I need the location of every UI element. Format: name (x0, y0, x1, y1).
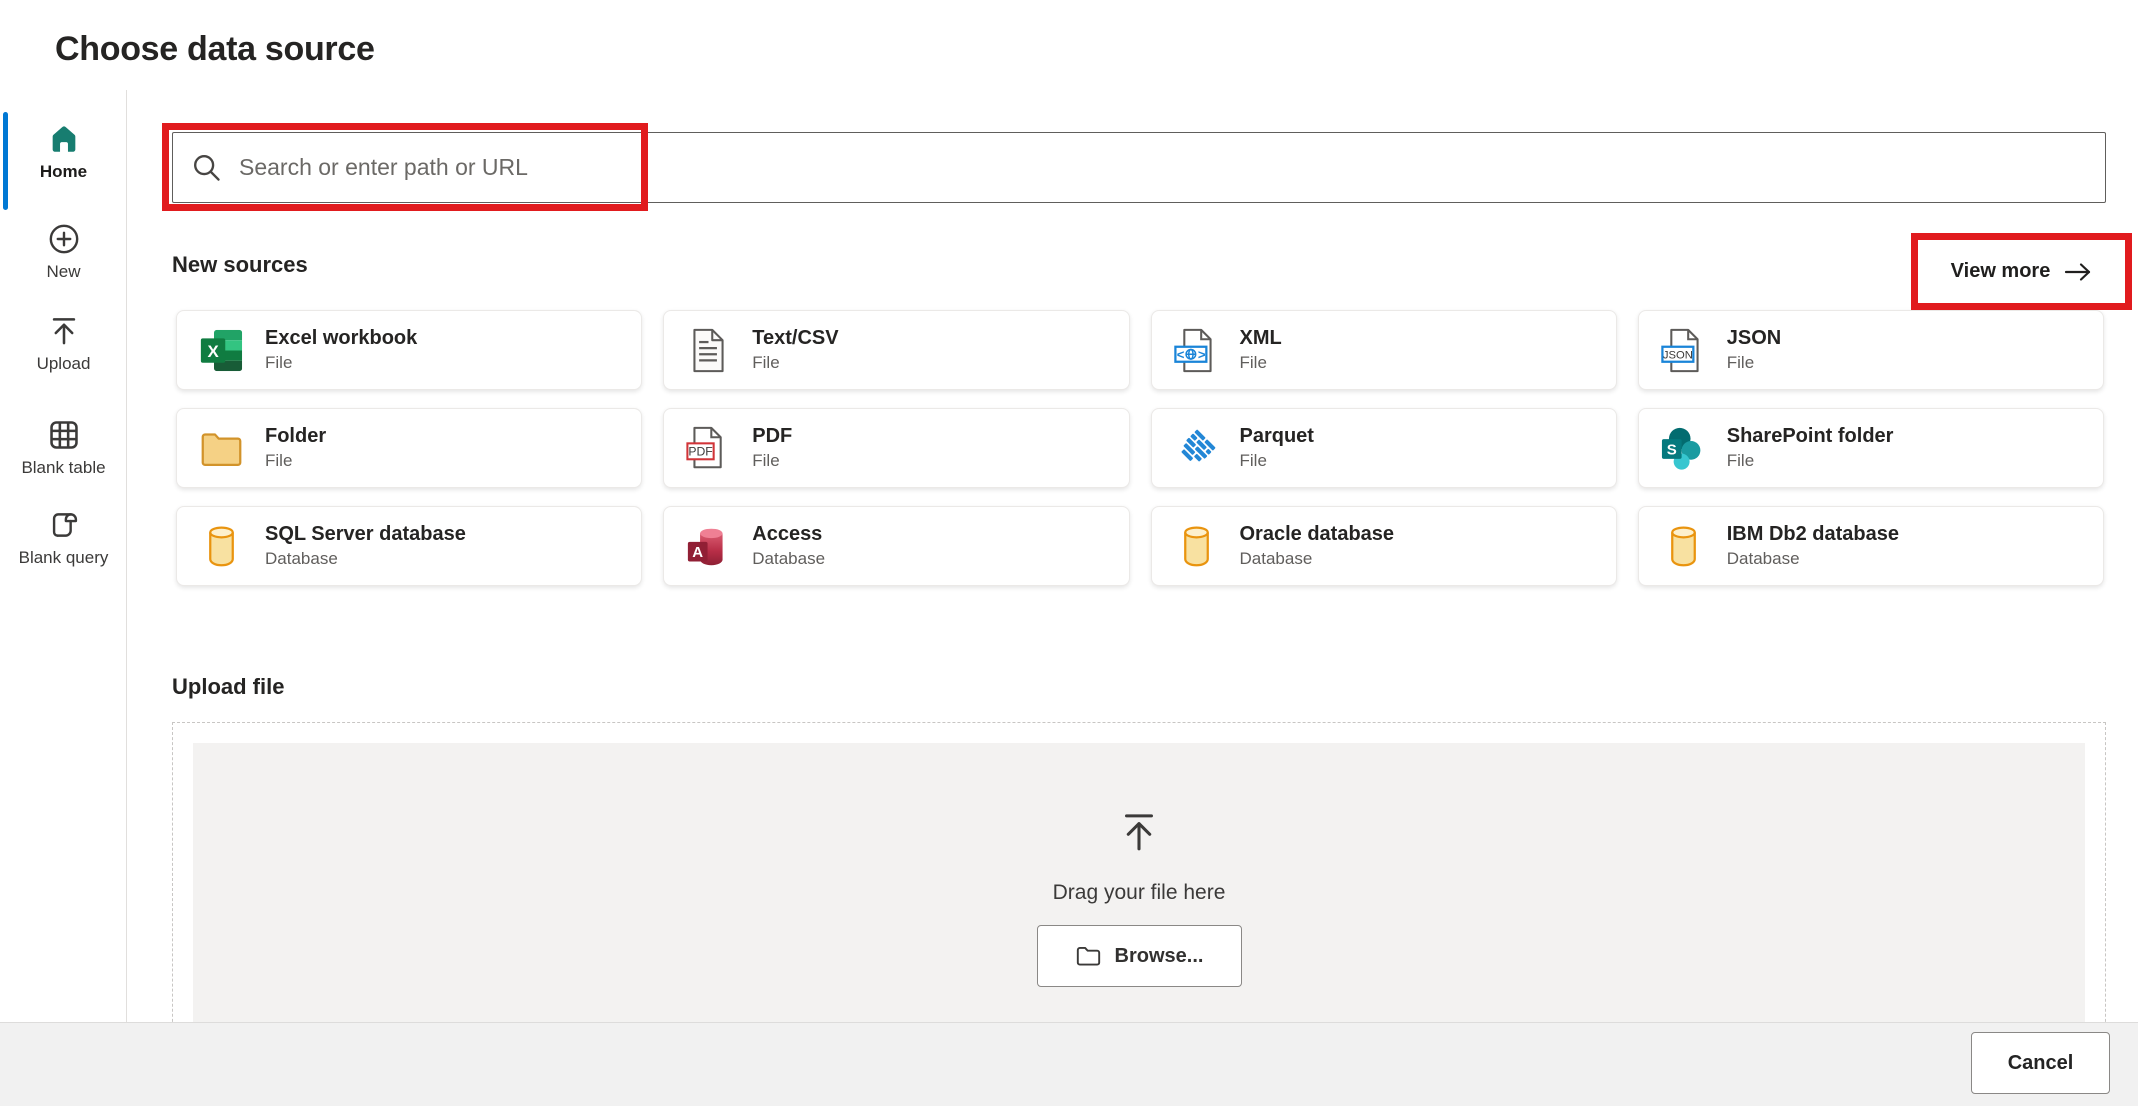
drag-here-label: Drag your file here (1053, 881, 1226, 905)
access-icon: A (686, 524, 731, 569)
tile-category: File (752, 450, 792, 472)
cancel-button[interactable]: Cancel (1971, 1032, 2110, 1094)
upload-dropzone[interactable]: Drag your file here Browse... (172, 722, 2106, 1052)
database-icon (1661, 524, 1706, 569)
sidebar-item-new[interactable]: New (0, 222, 127, 281)
search-bar (172, 132, 2106, 203)
arrow-right-icon (2064, 262, 2092, 282)
choose-data-source-dialog: Choose data source Home New Uploa (0, 0, 2138, 1106)
scroll-icon (47, 508, 81, 542)
dialog-footer: Cancel (0, 1022, 2138, 1106)
svg-text:PDF: PDF (689, 444, 713, 458)
upload-arrow-icon (1116, 809, 1162, 855)
upload-dropzone-inner: Drag your file here Browse... (193, 743, 2085, 1033)
sidebar-item-blank-query[interactable]: Blank query (0, 508, 127, 567)
sidebar-item-label: New (46, 263, 80, 281)
folder-icon (199, 426, 244, 471)
svg-text:JSON: JSON (1663, 349, 1693, 361)
tile-title: Parquet (1240, 424, 1314, 449)
source-tile-access[interactable]: A Access Database (663, 506, 1129, 586)
tile-category: Database (265, 548, 466, 570)
browse-label: Browse... (1115, 945, 1204, 968)
sidebar-item-label: Upload (37, 355, 91, 373)
tile-title: IBM Db2 database (1727, 522, 1899, 547)
tile-title: Oracle database (1240, 522, 1395, 547)
svg-text:S: S (1667, 441, 1677, 458)
source-tile-oracle-database[interactable]: Oracle database Database (1151, 506, 1617, 586)
new-sources-heading: New sources (172, 252, 308, 278)
add-circle-icon (47, 222, 81, 256)
tile-title: PDF (752, 424, 792, 449)
tile-category: Database (1240, 548, 1395, 570)
source-tile-sql-server-database[interactable]: SQL Server database Database (176, 506, 642, 586)
tile-title: Text/CSV (752, 326, 838, 351)
source-tile-json[interactable]: JSON JSON File (1638, 310, 2104, 390)
tile-category: File (1727, 352, 1781, 374)
upload-arrow-icon (47, 314, 81, 348)
tile-title: XML (1240, 326, 1282, 351)
source-tile-xml[interactable]: < > XML File (1151, 310, 1617, 390)
search-input[interactable] (172, 132, 2106, 203)
sidebar: Home New Upload (0, 90, 127, 1022)
view-more-label: View more (1951, 260, 2051, 283)
svg-text:<: < (1176, 346, 1184, 361)
source-tile-text-csv[interactable]: Text/CSV File (663, 310, 1129, 390)
text-csv-icon (686, 328, 731, 373)
cancel-label: Cancel (2008, 1052, 2074, 1075)
source-tile-folder[interactable]: Folder File (176, 408, 642, 488)
database-icon (1174, 524, 1219, 569)
tile-title: SharePoint folder (1727, 424, 1894, 449)
search-icon (190, 151, 223, 184)
xml-icon: < > (1174, 328, 1219, 373)
tile-category: File (1240, 450, 1314, 472)
sidebar-item-label: Home (40, 163, 87, 181)
parquet-icon (1174, 426, 1219, 471)
view-more-button[interactable]: View more (1918, 240, 2125, 303)
source-tile-excel-workbook[interactable]: X Excel workbook File (176, 310, 642, 390)
upload-file-heading: Upload file (172, 674, 284, 700)
source-tile-pdf[interactable]: PDF PDF File (663, 408, 1129, 488)
table-grid-icon (47, 418, 81, 452)
tile-title: JSON (1727, 326, 1781, 351)
sidebar-item-upload[interactable]: Upload (0, 314, 127, 373)
tile-title: Excel workbook (265, 326, 417, 351)
pdf-icon: PDF (686, 426, 731, 471)
home-icon (47, 122, 81, 156)
tile-category: Database (1727, 548, 1899, 570)
source-tile-ibm-db2-database[interactable]: IBM Db2 database Database (1638, 506, 2104, 586)
source-tile-sharepoint-folder[interactable]: S SharePoint folder File (1638, 408, 2104, 488)
database-icon (199, 524, 244, 569)
tile-category: File (265, 450, 326, 472)
tile-category: Database (752, 548, 825, 570)
sidebar-item-label: Blank query (19, 549, 109, 567)
tile-title: SQL Server database (265, 522, 466, 547)
excel-icon: X (199, 328, 244, 373)
source-tile-grid: X Excel workbook File Text/CSV File (176, 310, 2104, 586)
svg-text:X: X (207, 342, 219, 361)
page-title: Choose data source (55, 30, 375, 69)
sharepoint-icon: S (1661, 426, 1706, 471)
source-tile-parquet[interactable]: Parquet File (1151, 408, 1617, 488)
svg-text:A: A (693, 543, 704, 560)
tile-category: File (1240, 352, 1282, 374)
tile-category: File (265, 352, 417, 374)
tile-title: Folder (265, 424, 326, 449)
json-icon: JSON (1661, 328, 1706, 373)
tile-title: Access (752, 522, 825, 547)
sidebar-item-label: Blank table (21, 459, 105, 477)
svg-text:>: > (1197, 346, 1205, 361)
folder-outline-icon (1075, 945, 1102, 968)
tile-category: File (752, 352, 838, 374)
sidebar-item-blank-table[interactable]: Blank table (0, 418, 127, 477)
browse-button[interactable]: Browse... (1037, 925, 1242, 987)
sidebar-item-home[interactable]: Home (0, 122, 127, 181)
tile-category: File (1727, 450, 1894, 472)
